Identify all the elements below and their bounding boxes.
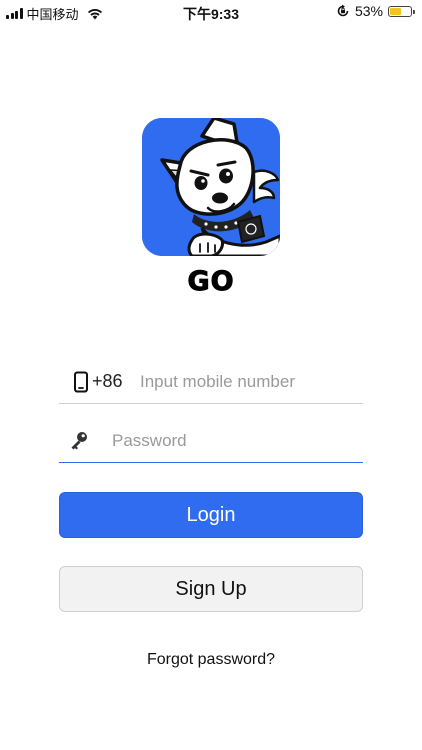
country-code[interactable]: +86	[92, 371, 123, 392]
battery-percent: 53%	[354, 3, 383, 19]
mobile-number-input[interactable]	[140, 367, 360, 397]
password-input[interactable]	[112, 426, 360, 456]
app-name: GO	[187, 266, 235, 298]
status-right: 53%	[336, 3, 415, 19]
battery-icon	[388, 5, 415, 17]
dog-mascot-icon	[142, 118, 280, 256]
password-field	[59, 418, 363, 463]
key-icon	[71, 432, 87, 450]
sign-up-button[interactable]: Sign Up	[59, 566, 363, 612]
login-screen: 中国移动 下午9:33 53% GO +86 Input mobile numb…	[0, 0, 422, 750]
orientation-lock-icon	[337, 4, 349, 17]
phone-field: +86	[59, 359, 363, 404]
login-button[interactable]: Login	[59, 492, 363, 538]
forgot-password-link[interactable]: Forgot password?	[0, 651, 422, 669]
status-bar: 中国移动 下午9:33 53%	[0, 0, 422, 24]
phone-icon	[74, 371, 88, 393]
battery-level	[390, 7, 401, 15]
